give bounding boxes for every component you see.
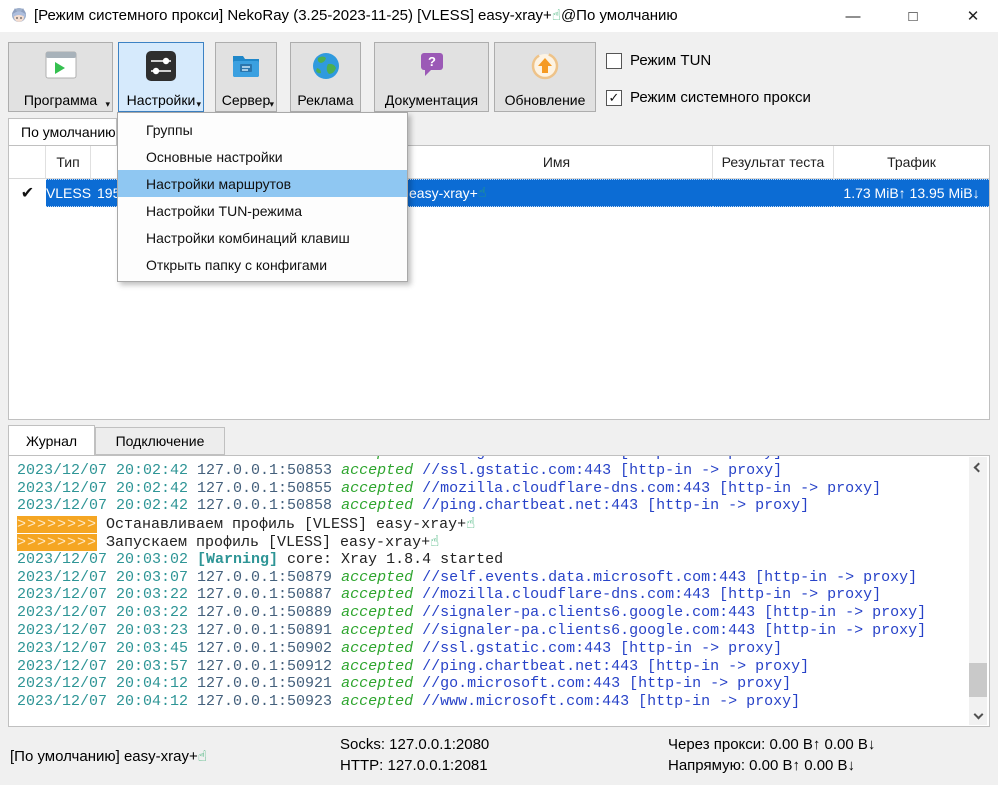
log-line: >>>>>>>> Останавливаем профиль [VLESS] e… (17, 515, 965, 533)
log-line: 2023/12/07 20:03:23 127.0.0.1:50891 acce… (17, 622, 965, 640)
minimize-button[interactable]: — (830, 0, 876, 32)
status-bar: [По умолчанию] easy-xray+☝ Socks: 127.0.… (0, 727, 998, 785)
hand-cursor-icon: ☝ (552, 6, 561, 24)
program-button[interactable]: Программа ▾ (8, 42, 113, 112)
hand-cursor-icon: ☝ (198, 747, 207, 765)
nekoray-app-icon (10, 7, 28, 25)
log-text-area[interactable]: 2023/12/07 20:02:42 127.0.0.1:50853 acce… (17, 455, 965, 726)
status-socks: Socks: 127.0.0.1:2080 (340, 736, 489, 753)
log-line-partial: 2023/12/07 20:02:42 127.0.0.1:50853 acce… (17, 455, 965, 462)
log-line: 2023/12/07 20:03:57 127.0.0.1:50912 acce… (17, 658, 965, 676)
log-line: 2023/12/07 20:03:02 [Warning] core: Xray… (17, 551, 965, 569)
hand-cursor-icon: ☝ (478, 185, 487, 201)
maximize-button[interactable]: □ (890, 0, 936, 32)
dropdown-arrow-icon: ▾ (269, 99, 274, 110)
row-name-text: easy-xray+ (409, 185, 478, 201)
column-header-type[interactable]: Тип (46, 146, 91, 179)
ads-button[interactable]: Реклама (290, 42, 361, 112)
scroll-up-button[interactable] (969, 457, 987, 474)
menu-item[interactable]: Открыть папку с конфигами (118, 251, 407, 278)
title-bar: [Режим системного прокси] NekoRay (3.25-… (0, 0, 998, 32)
ads-button-label: Реклама (297, 92, 353, 108)
log-panel: 2023/12/07 20:02:42 127.0.0.1:50853 acce… (8, 455, 990, 727)
column-header-test-result[interactable]: Результат теста (713, 146, 834, 179)
settings-dropdown-menu: ГруппыОсновные настройкиНастройки маршру… (117, 112, 408, 282)
tun-mode-checkbox-row[interactable]: Режим TUN (606, 52, 711, 69)
scrollbar-thumb[interactable] (969, 663, 987, 697)
system-proxy-label: Режим системного прокси (630, 89, 811, 106)
documentation-button-label: Документация (385, 92, 478, 108)
row-name-cell[interactable]: easy-xray+ ☝ (401, 179, 713, 207)
tab-connection[interactable]: Подключение (95, 427, 225, 455)
row-type-cell[interactable]: VLESS (46, 179, 91, 207)
documentation-button[interactable]: ? Документация (374, 42, 489, 112)
chevron-up-icon (973, 463, 983, 473)
log-line: 2023/12/07 20:04:12 127.0.0.1:50923 acce… (17, 693, 965, 711)
close-button[interactable]: ✕ (950, 0, 996, 32)
settings-button-label: Настройки (127, 92, 196, 108)
column-header-check[interactable] (9, 146, 46, 179)
chevron-down-icon (973, 710, 983, 720)
log-line: 2023/12/07 20:03:22 127.0.0.1:50889 acce… (17, 604, 965, 622)
row-active-check-icon: ✔ (9, 179, 46, 207)
log-line: 2023/12/07 20:03:07 127.0.0.1:50879 acce… (17, 569, 965, 587)
status-direct: Напрямую: 0.00 B↑ 0.00 B↓ (668, 757, 855, 774)
sliders-icon (145, 50, 177, 82)
dropdown-arrow-icon: ▾ (105, 99, 110, 110)
column-header-traffic[interactable]: Трафик (834, 146, 989, 179)
update-button-label: Обновление (505, 92, 586, 108)
tab-default-group[interactable]: По умолчанию (8, 118, 117, 146)
folder-icon (230, 50, 262, 80)
dropdown-arrow-icon: ▾ (196, 99, 201, 110)
log-line: 2023/12/07 20:02:42 127.0.0.1:50855 acce… (17, 480, 965, 498)
status-http: HTTP: 127.0.0.1:2081 (340, 757, 488, 774)
log-line: 2023/12/07 20:04:12 127.0.0.1:50921 acce… (17, 675, 965, 693)
status-via-proxy: Через прокси: 0.00 B↑ 0.00 B↓ (668, 736, 875, 753)
server-button-label: Сервер (222, 92, 271, 108)
window-title: [Режим системного прокси] NekoRay (3.25-… (34, 6, 678, 24)
question-bubble-icon: ? (417, 50, 447, 80)
row-traffic-cell[interactable]: 1.73 MiB↑ 13.95 MiB↓ (834, 179, 989, 207)
status-profile: [По умолчанию] easy-xray+☝ (10, 747, 207, 765)
settings-button[interactable]: Настройки ▾ (118, 42, 204, 112)
program-button-label: Программа (24, 92, 97, 108)
globe-icon (310, 50, 342, 82)
update-arrow-icon (529, 50, 561, 82)
tun-mode-label: Режим TUN (630, 52, 711, 69)
scroll-down-button[interactable] (969, 708, 987, 725)
menu-item[interactable]: Основные настройки (118, 143, 407, 170)
log-line: 2023/12/07 20:03:45 127.0.0.1:50902 acce… (17, 640, 965, 658)
column-header-name[interactable]: Имя (401, 146, 713, 179)
log-line: 2023/12/07 20:02:42 127.0.0.1:50858 acce… (17, 497, 965, 515)
menu-item[interactable]: Группы (118, 116, 407, 143)
log-line: 2023/12/07 20:02:42 127.0.0.1:50853 acce… (17, 462, 965, 480)
tab-journal[interactable]: Журнал (8, 425, 95, 455)
log-scrollbar[interactable] (969, 457, 987, 725)
row-test-result-cell[interactable] (713, 179, 834, 207)
program-window-icon (44, 50, 78, 80)
update-button[interactable]: Обновление (494, 42, 596, 112)
server-button[interactable]: Сервер ▾ (215, 42, 277, 112)
svg-text:?: ? (428, 54, 436, 69)
menu-item[interactable]: Настройки TUN-режима (118, 197, 407, 224)
menu-item[interactable]: Настройки комбинаций клавиш (118, 224, 407, 251)
log-line: >>>>>>>> Запускаем профиль [VLESS] easy-… (17, 533, 965, 551)
checkbox-check-icon: ✓ (609, 90, 620, 106)
log-line: 2023/12/07 20:03:22 127.0.0.1:50887 acce… (17, 586, 965, 604)
system-proxy-checkbox[interactable]: ✓ (606, 90, 622, 106)
menu-item[interactable]: Настройки маршрутов (118, 170, 407, 197)
system-proxy-checkbox-row[interactable]: ✓ Режим системного прокси (606, 89, 811, 106)
tun-mode-checkbox[interactable] (606, 53, 622, 69)
